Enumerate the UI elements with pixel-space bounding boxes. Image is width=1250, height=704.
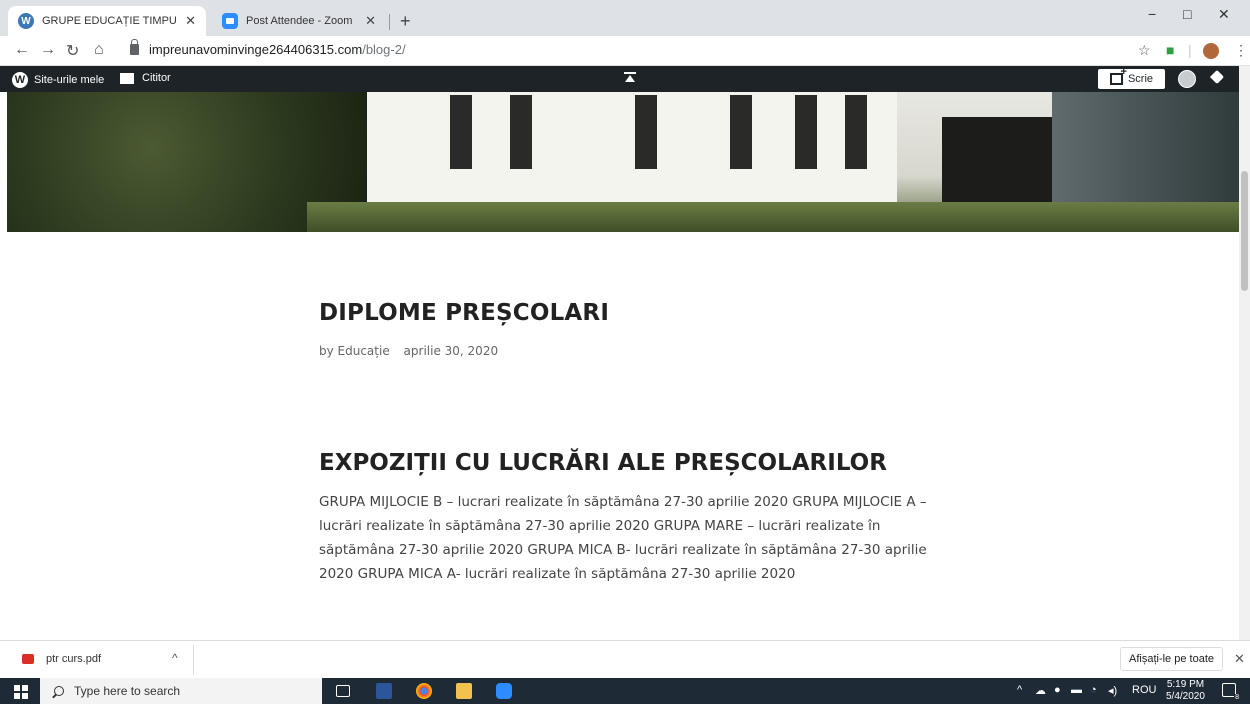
download-item[interactable]: ptr curs.pdf (22, 653, 101, 665)
notification-count: 8 (1234, 694, 1240, 701)
url-path: /blog-2/ (362, 42, 406, 57)
windows-taskbar: Type here to search ^ ☁ ● ▬ ◔ ◂) ROU 5:1… (0, 678, 1250, 704)
tab-separator (389, 14, 390, 30)
notifications-icon[interactable] (1210, 72, 1224, 86)
lawn (307, 202, 1239, 232)
input-language[interactable]: ROU (1132, 684, 1156, 696)
profile-avatar[interactable] (1203, 43, 1219, 59)
window-shape (447, 92, 475, 172)
post-diplome: DIPLOME PREȘCOLARI by Educație aprilie 3… (319, 300, 959, 358)
window-shape (632, 92, 660, 172)
wp-admin-bar: W Site-urile mele Cititor Scrie (0, 66, 1250, 92)
download-file-name: ptr curs.pdf (46, 653, 102, 665)
scroll-to-top-icon[interactable] (624, 72, 636, 84)
post-title-link[interactable]: EXPOZIȚII CU LUCRĂRI ALE PREȘCOLARILOR (319, 450, 939, 476)
header-image (7, 92, 1239, 232)
post-meta: by Educație aprilie 30, 2020 (319, 344, 959, 358)
my-sites-menu[interactable]: W Site-urile mele (12, 72, 104, 88)
tray-chevron-icon[interactable]: ^ (1017, 684, 1022, 696)
user-avatar[interactable] (1178, 70, 1196, 88)
microphone-icon[interactable]: ● (1054, 684, 1061, 696)
post-author[interactable]: by Educație (319, 344, 390, 358)
taskbar-search[interactable]: Type here to search (40, 678, 322, 704)
taskbar-clock[interactable]: 5:19 PM 5/4/2020 (1166, 679, 1205, 703)
door (942, 117, 1052, 212)
post-excerpt: GRUPA MIJLOCIE B – lucrari realizate în … (319, 494, 927, 582)
zoom-taskbar-icon[interactable] (496, 683, 512, 699)
home-icon[interactable]: ⌂ (94, 41, 104, 59)
toolbar-separator: | (1188, 42, 1192, 58)
reload-icon[interactable]: ↻ (66, 41, 79, 61)
close-shelf-icon[interactable]: ✕ (1234, 651, 1245, 667)
windows-start-icon[interactable] (14, 685, 28, 699)
window-close-icon[interactable]: ✕ (1218, 6, 1230, 23)
tab-grupe-educatie[interactable]: W GRUPE EDUCAȚIE TIMPURIE – Sit ✕ (8, 6, 206, 36)
clock-date: 5/4/2020 (1166, 691, 1205, 702)
reader-menu[interactable]: Cititor (120, 72, 171, 84)
file-explorer-icon[interactable] (456, 683, 472, 699)
search-icon (54, 686, 64, 696)
write-icon (1109, 66, 1127, 85)
pdf-icon (22, 654, 34, 664)
post-date[interactable]: aprilie 30, 2020 (404, 344, 499, 358)
reader-icon (120, 72, 134, 84)
window-shape (792, 92, 820, 172)
url-field[interactable]: impreunavominvinge264406315.com/blog-2/ (130, 39, 406, 57)
extension-icon[interactable]: ■ (1166, 42, 1174, 58)
onedrive-icon[interactable]: ☁ (1035, 684, 1046, 697)
chrome-menu-icon[interactable]: ⋮ (1234, 42, 1248, 59)
tab-title: Post Attendee - Zoom (246, 15, 353, 27)
task-view-icon[interactable] (336, 685, 350, 697)
address-bar: ← → ↻ ⌂ impreunavominvinge264406315.com /… (0, 36, 1250, 66)
minimize-icon[interactable]: − (1148, 6, 1156, 22)
write-label: Scrie (1127, 73, 1154, 85)
window-shape (842, 92, 870, 172)
wordpress-logo-icon: W (12, 72, 28, 88)
download-shelf: ptr curs.pdf ^ Afișați-le pe toate ✕ (0, 640, 1250, 678)
post-title-link[interactable]: DIPLOME PREȘCOLARI (319, 300, 959, 326)
scrollbar-thumb[interactable] (1241, 171, 1248, 291)
close-tab-icon[interactable]: ✕ (185, 13, 196, 29)
my-sites-label: Site-urile mele (34, 74, 105, 86)
maximize-icon[interactable]: □ (1183, 6, 1191, 22)
shelf-divider (193, 645, 194, 675)
back-icon[interactable]: ← (14, 41, 30, 59)
new-tab-button[interactable]: + (400, 12, 411, 30)
zoom-icon (222, 13, 238, 29)
chrome-icon[interactable] (416, 683, 432, 699)
tab-title: GRUPE EDUCAȚIE TIMPURIE – Sit (42, 15, 177, 27)
window-shape (727, 92, 755, 172)
window-shape (507, 92, 535, 172)
volume-icon[interactable]: ◂) (1108, 684, 1117, 697)
search-placeholder: Type here to search (74, 684, 181, 698)
chevron-up-icon[interactable]: ^ (172, 651, 178, 665)
word-icon[interactable] (376, 683, 392, 699)
wordpress-icon: W (18, 13, 34, 29)
action-center-icon[interactable]: 8 (1222, 683, 1240, 701)
battery-icon[interactable]: ▬ (1071, 684, 1082, 696)
browser-tab-strip: W GRUPE EDUCAȚIE TIMPURIE – Sit ✕ Post A… (0, 0, 1250, 36)
bookmark-star-icon[interactable]: ☆ (1138, 42, 1151, 59)
side-building (1052, 92, 1239, 207)
show-all-downloads-button[interactable]: Afișați-le pe toate (1120, 647, 1223, 671)
forward-icon[interactable]: → (40, 41, 56, 59)
tab-zoom[interactable]: Post Attendee - Zoom ✕ (212, 6, 386, 36)
lock-icon (130, 39, 139, 55)
url-host: impreunavominvinge264406315.com (149, 42, 363, 57)
wifi-icon[interactable]: ◔ (1090, 684, 1097, 696)
post-expozitii: EXPOZIȚII CU LUCRĂRI ALE PREȘCOLARILOR G… (319, 450, 939, 586)
clock-time: 5:19 PM (1166, 679, 1205, 690)
page-scrollbar[interactable] (1239, 66, 1250, 640)
write-button[interactable]: Scrie (1098, 66, 1165, 89)
reader-label: Cititor (142, 72, 171, 84)
close-tab-icon[interactable]: ✕ (365, 13, 376, 29)
